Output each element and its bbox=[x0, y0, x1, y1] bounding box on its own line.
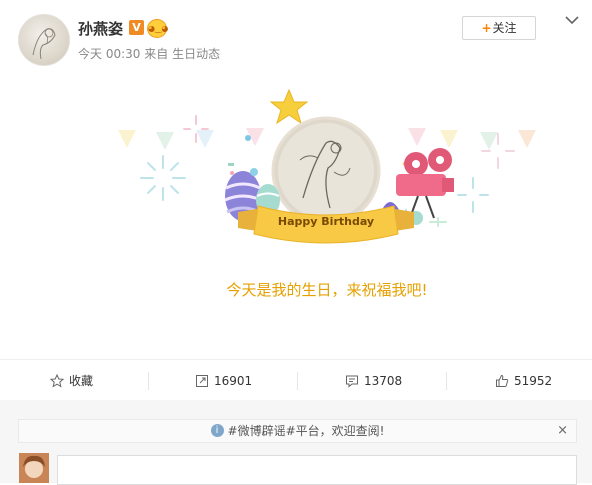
birthday-card-image[interactable]: Happy Birthday 今天是我的生日，来祝福我吧! bbox=[78, 68, 576, 348]
plus-icon: + bbox=[481, 21, 492, 35]
repost-icon bbox=[196, 374, 208, 387]
star-icon bbox=[269, 88, 309, 125]
repost-button[interactable]: 16901 bbox=[195, 364, 252, 398]
chevron-down-icon[interactable] bbox=[563, 12, 581, 26]
post-timestamp[interactable]: 今天 00:30 bbox=[78, 47, 140, 61]
repost-count: 16901 bbox=[214, 374, 253, 388]
member-badge-icon[interactable]: ◕‿◕ bbox=[147, 19, 168, 38]
post-source[interactable]: 生日动态 bbox=[172, 47, 220, 61]
follow-button[interactable]: +关注 bbox=[462, 16, 536, 40]
like-button[interactable]: 51952 bbox=[495, 364, 552, 398]
birthday-message: 今天是我的生日，来祝福我吧! bbox=[226, 281, 428, 299]
user-avatar[interactable] bbox=[18, 14, 70, 66]
comment-input[interactable] bbox=[57, 455, 577, 485]
divider bbox=[0, 359, 592, 360]
star-outline-icon bbox=[49, 373, 65, 388]
separator bbox=[446, 372, 447, 390]
close-icon[interactable]: × bbox=[557, 420, 568, 442]
comment-icon bbox=[346, 375, 358, 388]
action-bar: 收藏 16901 13708 51952 bbox=[0, 364, 592, 398]
thumbs-up-icon bbox=[496, 374, 509, 387]
separator bbox=[148, 372, 149, 390]
like-count: 51952 bbox=[514, 374, 553, 388]
favorite-label: 收藏 bbox=[69, 374, 94, 388]
verified-badge[interactable]: V bbox=[129, 20, 144, 35]
follow-label: 关注 bbox=[492, 21, 517, 35]
comment-button[interactable]: 13708 bbox=[345, 364, 402, 398]
favorite-button[interactable]: 收藏 bbox=[49, 364, 94, 398]
weibo-post-card: 孙燕姿 V ◕‿◕ 今天 00:30 来自 生日动态 +关注 Happy Bir… bbox=[0, 0, 592, 485]
post-meta: 今天 00:30 来自 生日动态 bbox=[78, 45, 220, 62]
rumor-notice-bar[interactable]: i #微博辟谣#平台，欢迎查阅! × bbox=[18, 419, 577, 443]
source-prefix: 来自 bbox=[144, 47, 169, 61]
commenter-avatar bbox=[19, 453, 49, 483]
info-icon: i bbox=[210, 424, 224, 437]
separator bbox=[297, 372, 298, 390]
birthday-photo bbox=[271, 116, 381, 226]
comment-count: 13708 bbox=[364, 374, 403, 388]
user-name[interactable]: 孙燕姿 bbox=[78, 18, 123, 39]
notice-text: #微博辟谣#平台，欢迎查阅! bbox=[227, 424, 385, 438]
